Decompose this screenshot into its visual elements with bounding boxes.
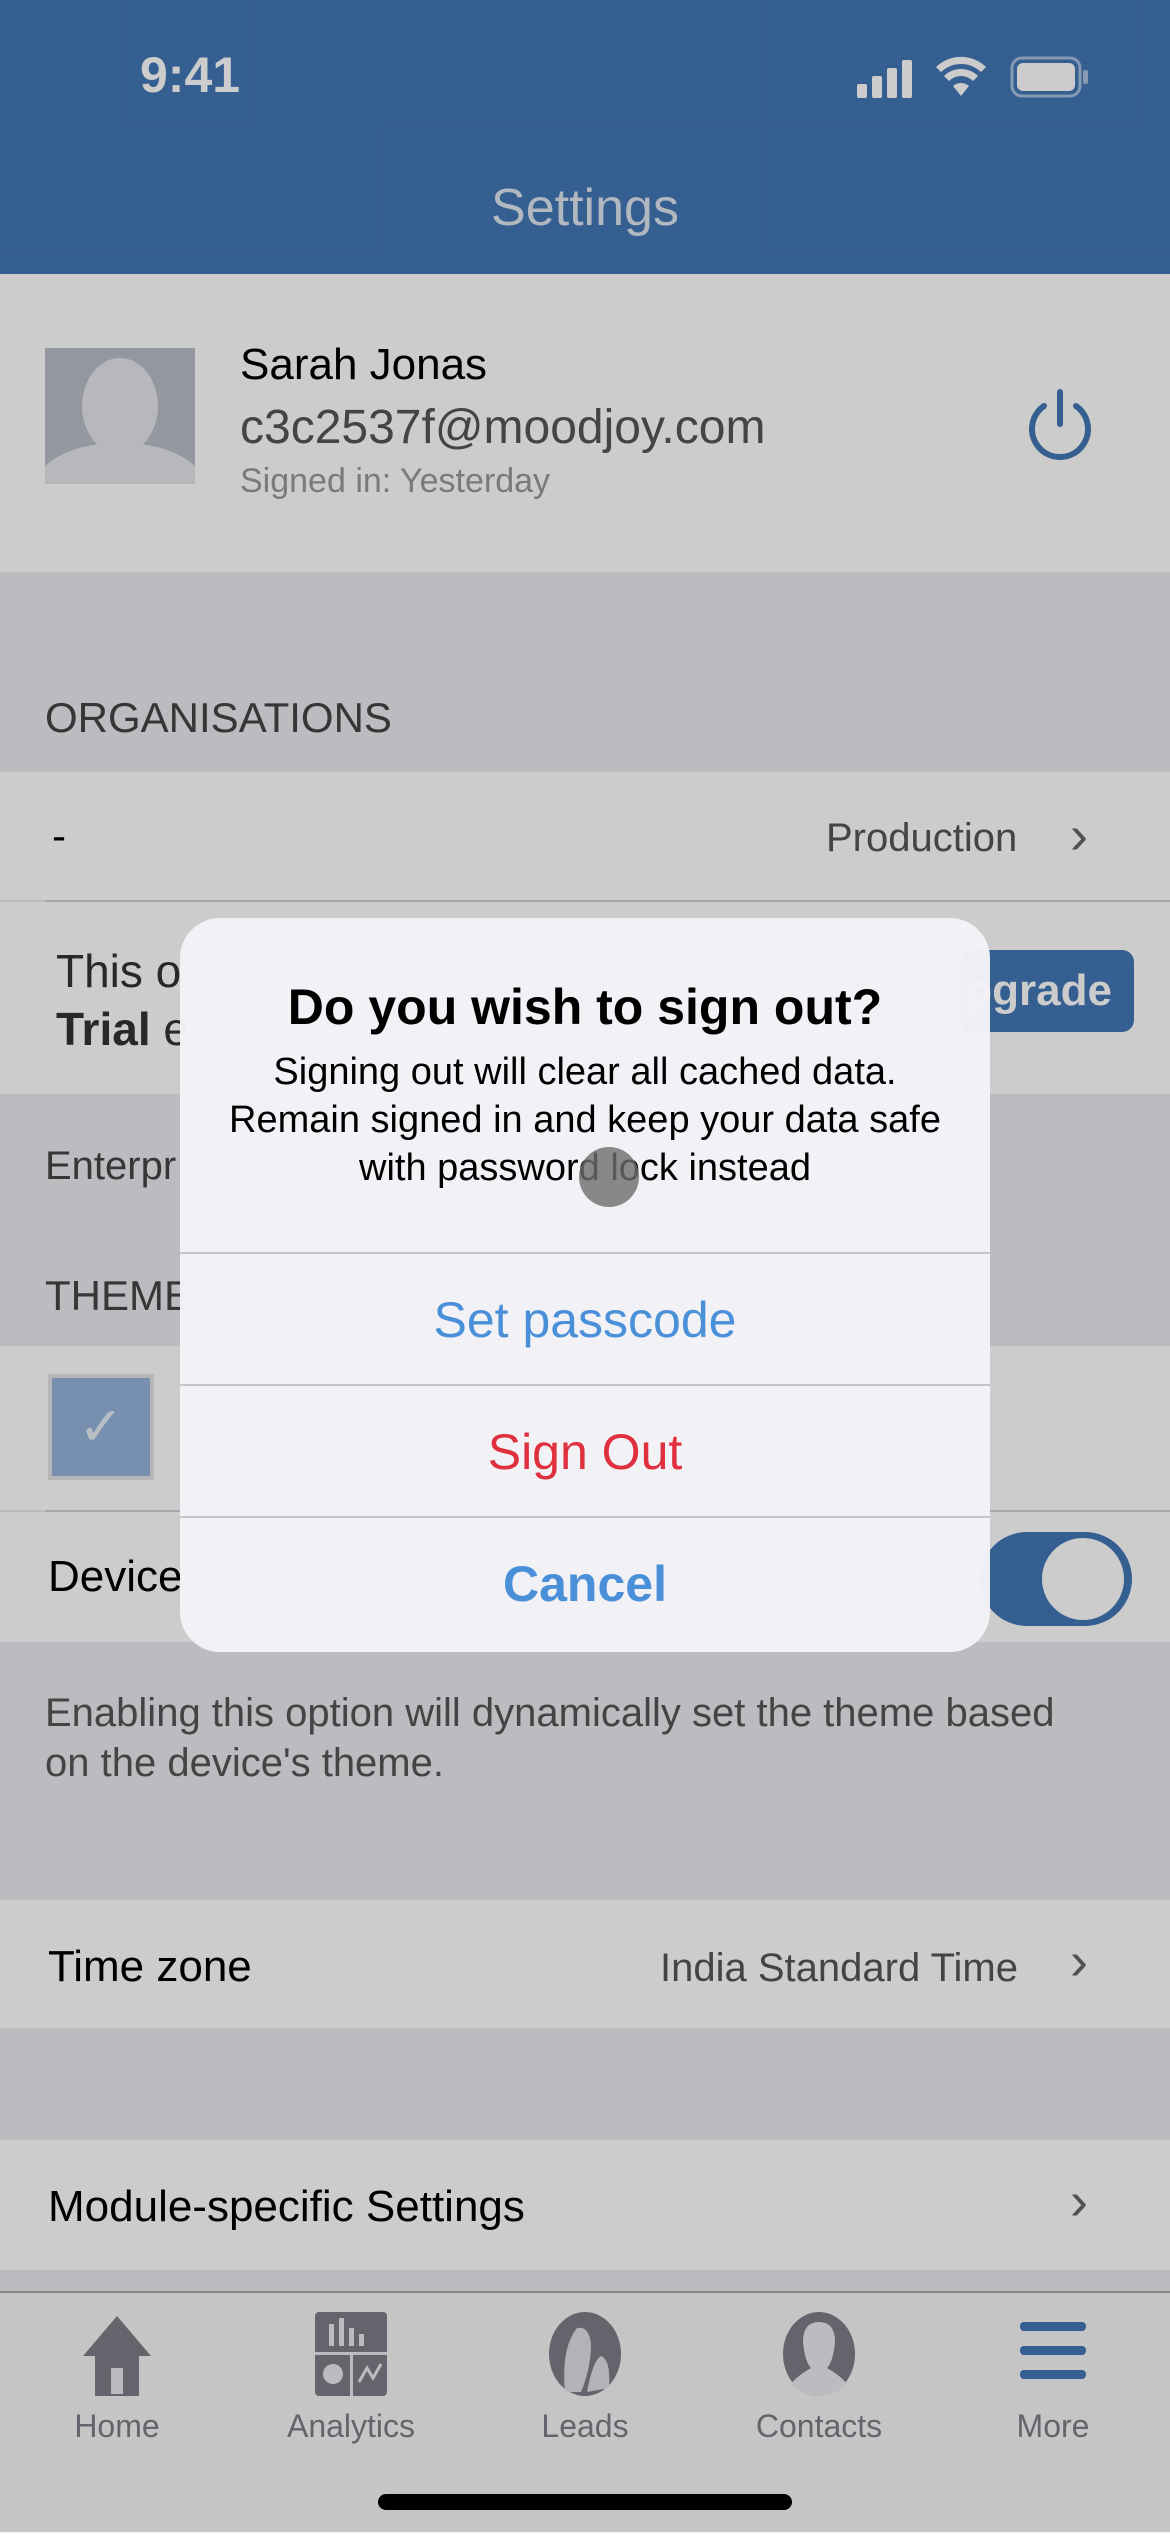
dialog-title: Do you wish to sign out?: [287, 979, 883, 1035]
set-passcode-button[interactable]: Set passcode: [180, 1252, 990, 1386]
touch-indicator: [579, 1147, 639, 1207]
cancel-button[interactable]: Cancel: [180, 1516, 990, 1650]
sign-out-button[interactable]: Sign Out: [180, 1384, 990, 1518]
sign-out-dialog: Do you wish to sign out? Signing out wil…: [180, 918, 990, 1652]
